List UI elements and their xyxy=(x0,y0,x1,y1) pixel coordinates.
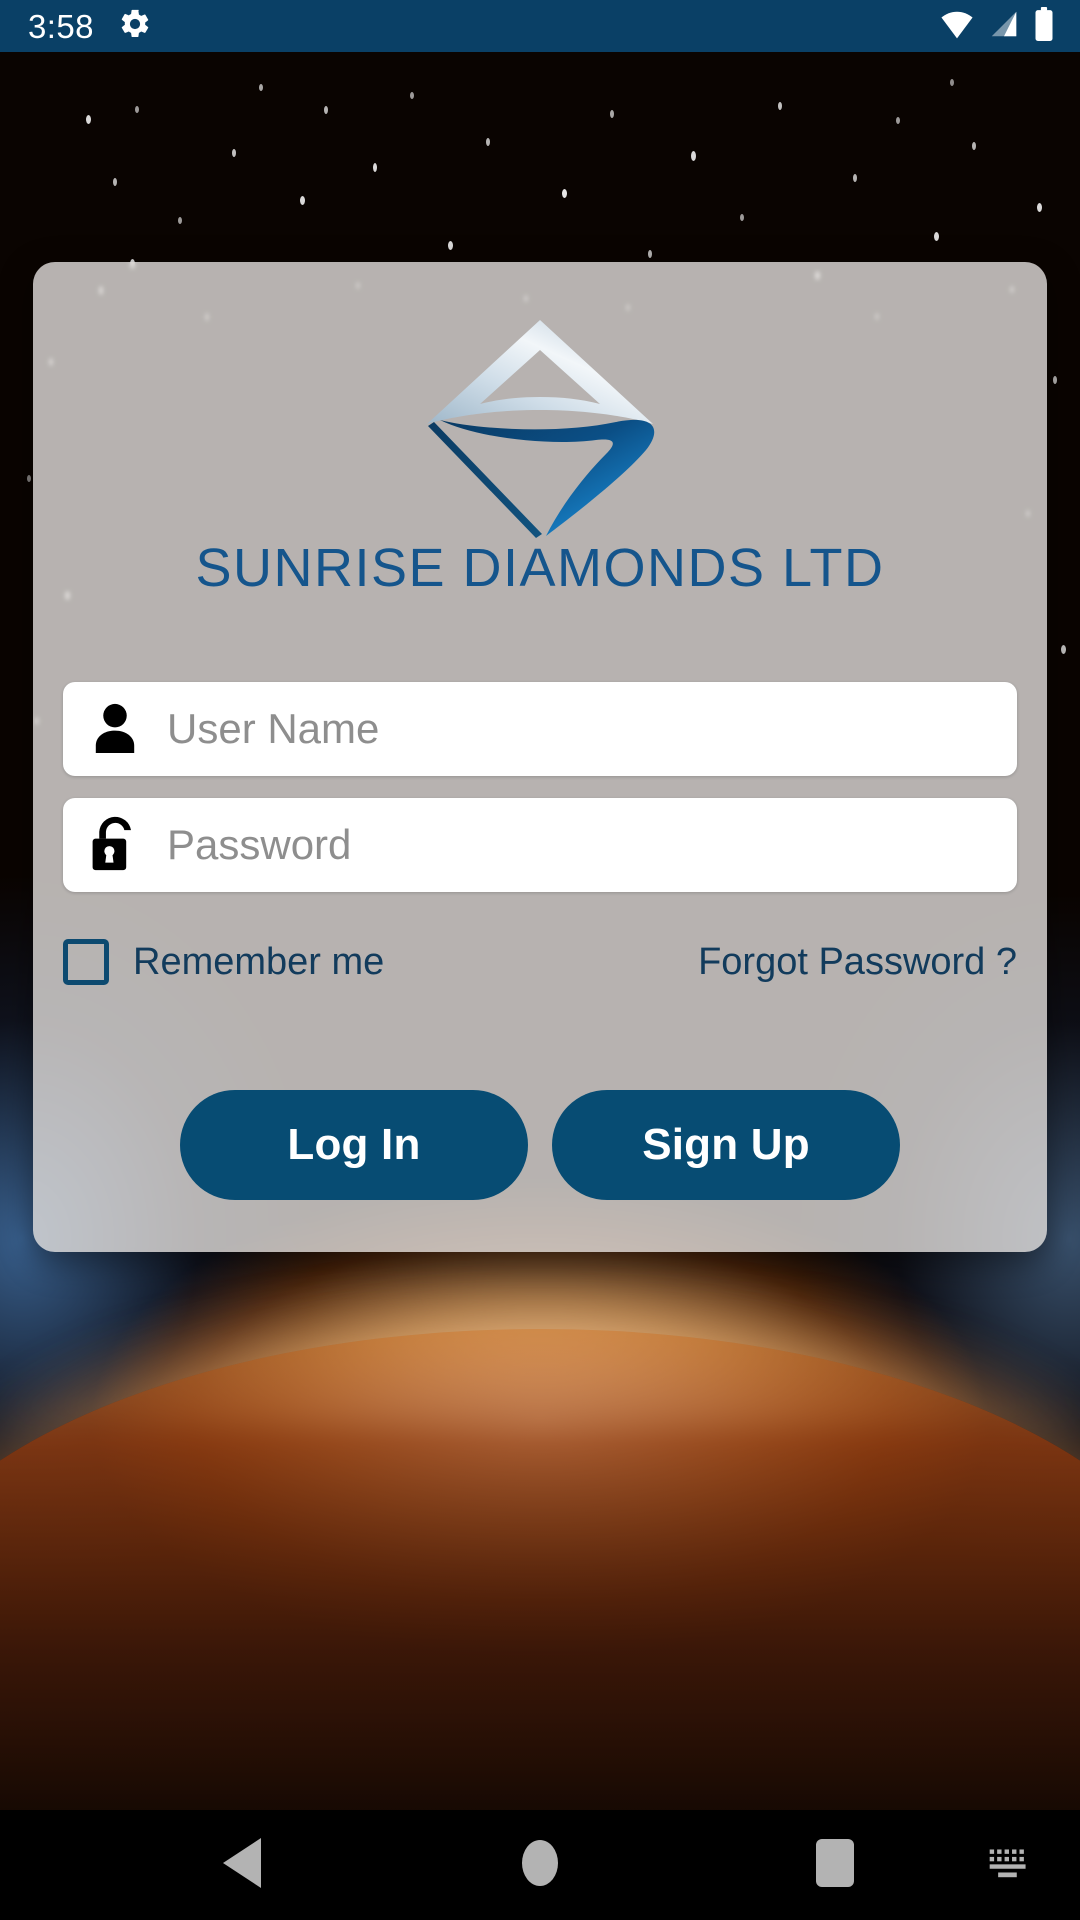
options-row: Remember me Forgot Password ? xyxy=(63,930,1017,994)
battery-icon xyxy=(1034,6,1054,46)
remember-me-label: Remember me xyxy=(133,940,385,983)
home-button[interactable] xyxy=(485,1810,595,1920)
phone-screen: 3:58 SUNRISE DIAMONDS LTD User Name Reme… xyxy=(0,0,1080,1920)
password-input[interactable] xyxy=(167,815,1017,875)
action-buttons-row: Log In Sign Up xyxy=(33,1090,1047,1200)
back-button[interactable] xyxy=(190,1810,300,1920)
status-bar-right xyxy=(940,6,1054,46)
wifi-icon xyxy=(940,9,974,44)
username-field[interactable] xyxy=(63,682,1017,776)
cellular-signal-icon xyxy=(988,9,1020,44)
gear-icon xyxy=(118,7,152,46)
brand-logo xyxy=(33,298,1047,548)
back-triangle-icon xyxy=(223,1837,267,1893)
status-bar: 3:58 xyxy=(0,0,1080,52)
remember-me-control[interactable]: Remember me xyxy=(63,939,384,985)
planet-surface xyxy=(0,1328,1080,1849)
keyboard-switch-button[interactable] xyxy=(955,1810,1065,1920)
page-title: SUNRISE DIAMONDS LTD xyxy=(195,538,885,598)
username-input[interactable] xyxy=(167,699,1017,759)
sunrise-diamonds-logo-icon xyxy=(427,320,655,538)
keyboard-icon xyxy=(988,1846,1032,1885)
user-icon xyxy=(63,697,167,761)
forgot-password-link[interactable]: Forgot Password ? xyxy=(698,941,1017,984)
recents-button[interactable] xyxy=(780,1810,890,1920)
unlocked-padlock-icon xyxy=(63,813,167,877)
signup-button[interactable]: Sign Up xyxy=(552,1090,900,1200)
recents-square-icon xyxy=(814,1838,856,1892)
status-time: 3:58 xyxy=(28,7,94,45)
login-button[interactable]: Log In xyxy=(180,1090,528,1200)
home-circle-icon xyxy=(519,1838,561,1893)
remember-me-checkbox[interactable] xyxy=(63,939,109,985)
login-card: SUNRISE DIAMONDS LTD User Name Remember … xyxy=(33,262,1047,1252)
android-navigation-bar xyxy=(0,1810,1080,1920)
password-field[interactable] xyxy=(63,798,1017,892)
status-bar-left: 3:58 xyxy=(28,7,152,46)
